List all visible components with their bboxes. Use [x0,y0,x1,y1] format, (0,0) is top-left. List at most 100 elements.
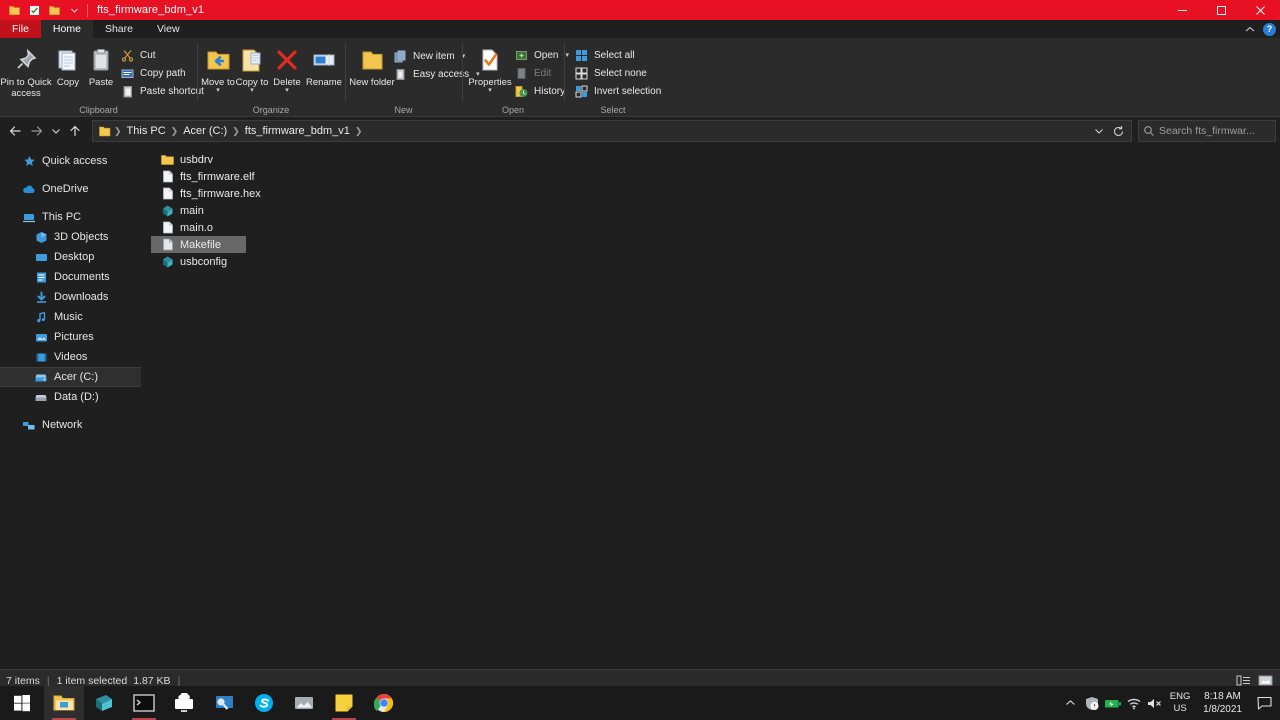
sidebar-item-downloads[interactable]: Downloads [0,287,141,307]
invert-selection-icon [574,84,589,99]
clock[interactable]: 8:18 AM 1/8/2021 [1195,690,1250,716]
back-arrow-icon[interactable] [4,120,26,142]
security-icon[interactable] [1081,686,1102,720]
sidebar-item-data-d[interactable]: Data (D:) [0,387,141,407]
action-center-icon[interactable] [1250,686,1278,720]
list-item[interactable]: usbdrv [151,151,246,168]
download-icon [34,290,48,304]
windows-start-icon[interactable] [0,686,44,720]
qat-new-folder-icon[interactable] [44,0,64,20]
pin-to-quick-access-button[interactable]: Pin to Quick access [0,42,52,99]
copy-to-caret-icon[interactable]: ▾ [250,87,254,94]
taskbar-photos[interactable] [284,686,324,720]
tab-view[interactable]: View [145,20,192,38]
search-input[interactable]: Search fts_firmwar... [1138,120,1276,142]
sidebar-item-desktop[interactable]: Desktop [0,247,141,267]
ribbon-group-open: Properties ▾ Open ▾ Edit History Open [462,38,569,117]
volume-mute-icon[interactable] [1144,686,1165,720]
taskbar-sticky-notes[interactable] [324,686,364,720]
paste-button[interactable]: Paste [84,42,118,88]
list-item[interactable]: Makefile [151,236,246,253]
properties-button[interactable]: Properties ▾ [468,42,512,94]
list-item[interactable]: fts_firmware.hex [151,185,1280,202]
sidebar-item-this-pc[interactable]: This PC [0,207,141,227]
tab-file[interactable]: File [0,20,41,38]
delete-caret-icon[interactable]: ▾ [285,87,289,94]
select-all-button[interactable]: Select all [572,46,666,64]
list-item[interactable]: main [151,202,1280,219]
taskbar-screen-share[interactable] [164,686,204,720]
chevron-up-icon[interactable] [1245,26,1255,33]
drive-icon [34,390,48,404]
qat-customize-icon[interactable] [64,0,84,20]
file-list-view[interactable]: usbdrv fts_firmware.elf fts_firmware.hex [141,145,1280,669]
clipboard-small-buttons: Cut Copy path Paste shortcut [118,42,209,100]
sidebar-label: Documents [54,271,110,283]
drive-icon [34,370,48,384]
address-dropdown-icon[interactable] [1091,120,1107,142]
sidebar-item-documents[interactable]: Documents [0,267,141,287]
maximize-icon[interactable] [1202,0,1241,20]
window-controls [1163,0,1280,20]
wifi-icon[interactable] [1123,686,1144,720]
taskbar-terminal[interactable] [124,686,164,720]
address-field[interactable]: ❯ This PC ❯ Acer (C:) ❯ fts_firmware_bdm… [92,120,1132,142]
chevron-up-icon[interactable] [1060,686,1081,720]
status-selection: 1 item selected [56,674,128,687]
breadcrumb-separator[interactable]: ❯ [354,126,364,137]
sidebar-item-acer-c[interactable]: Acer (C:) [0,367,141,387]
list-item[interactable]: main.o [151,219,1280,236]
select-none-button[interactable]: Select none [572,64,666,82]
sidebar-item-network[interactable]: Network [0,415,141,435]
sidebar-item-3d-objects[interactable]: 3D Objects [0,227,141,247]
recent-locations-icon[interactable] [48,120,64,142]
taskbar-atmel-studio[interactable] [84,686,124,720]
help-button[interactable]: ? [1263,22,1276,36]
taskbar-skype[interactable] [244,686,284,720]
battery-icon[interactable] [1102,686,1123,720]
rename-button[interactable]: Rename [305,42,343,88]
taskbar-chrome[interactable] [364,686,404,720]
qat-folder-icon[interactable] [4,0,24,20]
list-item[interactable]: usbconfig [151,253,1280,270]
breadcrumb-acer-c[interactable]: Acer (C:) [179,121,231,141]
sidebar-item-onedrive[interactable]: OneDrive [0,179,141,199]
sidebar-item-pictures[interactable]: Pictures [0,327,141,347]
file-explorer-window: fts_firmware_bdm_v1 File Home Share View… [0,0,1280,720]
sidebar-item-videos[interactable]: Videos [0,347,141,367]
breadcrumb-current-folder[interactable]: fts_firmware_bdm_v1 [241,121,354,141]
refresh-icon[interactable] [1107,120,1129,142]
ribbon-tab-right-controls: ? [1245,20,1276,38]
taskbar-media-app[interactable] [204,686,244,720]
tab-share[interactable]: Share [93,20,145,38]
file-blank-icon [161,170,174,184]
minimize-icon[interactable] [1163,0,1202,20]
music-icon [34,310,48,324]
easy-access-icon [393,67,408,82]
file-name: usbdrv [180,153,214,166]
taskbar-file-explorer[interactable] [44,686,84,720]
sidebar-item-quick-access[interactable]: Quick access [0,151,141,171]
ribbon-group-select-label: Select [600,105,626,115]
breadcrumb-separator[interactable]: ❯ [170,126,180,137]
tab-home[interactable]: Home [40,20,93,38]
taskbar: ENG US 8:18 AM 1/8/2021 [0,686,1280,720]
breadcrumb-this-pc[interactable]: This PC [123,121,170,141]
qat-properties-icon[interactable] [24,0,44,20]
new-folder-button[interactable]: New folder [349,42,395,88]
sidebar-item-music[interactable]: Music [0,307,141,327]
file-name: Makefile [180,238,221,251]
folder-icon [161,153,174,167]
cut-button[interactable]: Cut [118,46,209,64]
language-indicator[interactable]: ENG US [1165,691,1195,715]
properties-caret-icon[interactable]: ▾ [488,87,492,94]
list-item[interactable]: fts_firmware.elf [151,168,1280,185]
invert-selection-button[interactable]: Invert selection [572,82,666,100]
breadcrumb-separator[interactable]: ❯ [231,126,241,137]
move-to-caret-icon[interactable]: ▾ [216,87,220,94]
up-arrow-icon[interactable] [64,120,86,142]
forward-arrow-icon[interactable] [26,120,48,142]
close-icon[interactable] [1241,0,1280,20]
videos-icon [34,350,48,364]
